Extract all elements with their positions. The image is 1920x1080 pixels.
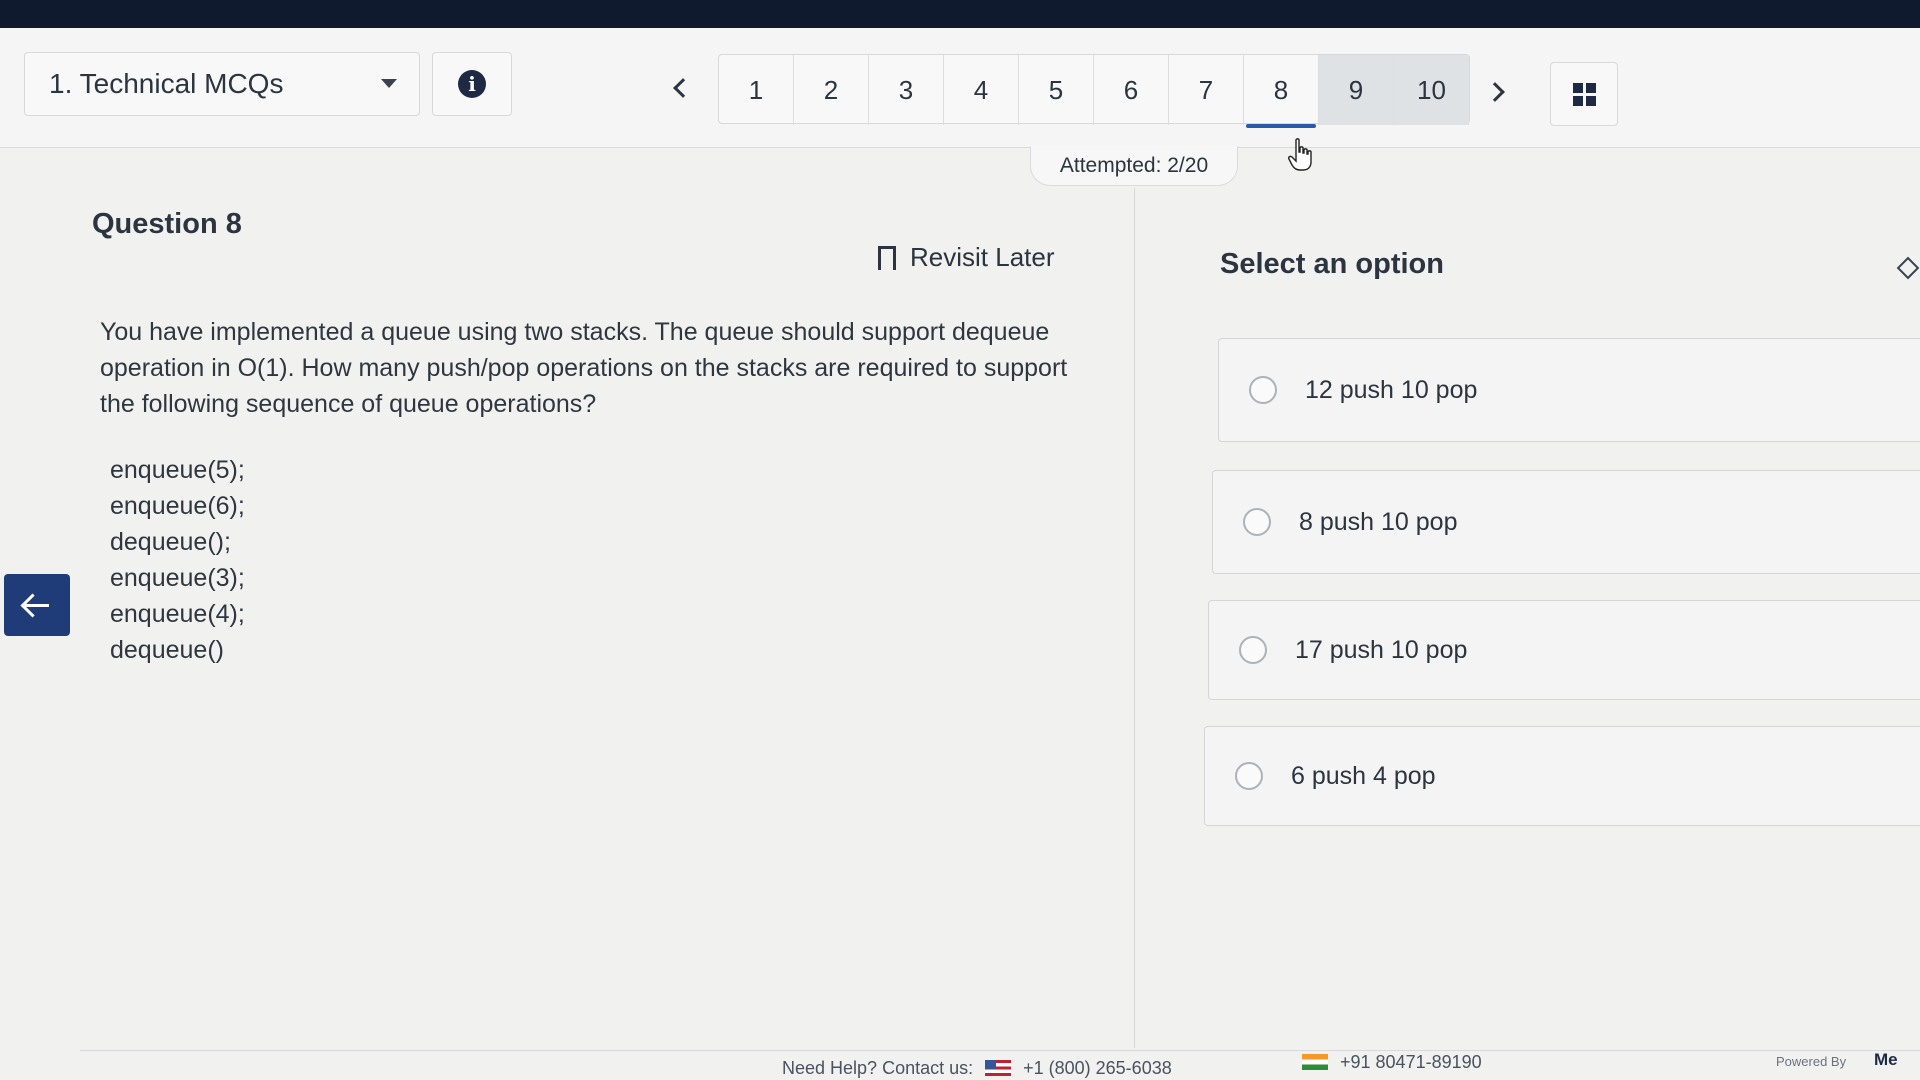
chevron-left-icon [673,78,693,98]
radio-button[interactable] [1243,508,1271,536]
question-number-5[interactable]: 5 [1019,55,1094,125]
question-number-3[interactable]: 3 [869,55,944,125]
back-button[interactable] [4,574,70,636]
option-3[interactable]: 17 push 10 pop [1208,600,1920,700]
question-number-8[interactable]: 8 [1244,55,1319,128]
help-text: Need Help? Contact us: [782,1058,974,1078]
operation-item: enqueue(4); [110,600,245,628]
question-number-6[interactable]: 6 [1094,55,1169,125]
question-number-strip: 1 2 3 4 5 6 7 8 9 10 [718,54,1470,128]
option-2[interactable]: 8 push 10 pop [1212,470,1920,574]
india-flag-icon [1302,1054,1328,1070]
info-icon: i [458,70,486,98]
operation-item: dequeue(); [110,528,231,556]
operation-item: enqueue(5); [110,456,245,484]
operation-item: enqueue(6); [110,492,245,520]
question-number-4[interactable]: 4 [944,55,1019,125]
previous-question-button[interactable] [660,68,700,108]
arrow-left-icon [25,603,49,607]
grid-icon [1572,82,1596,106]
section-dropdown-label: 1. Technical MCQs [49,68,284,99]
us-flag-icon [985,1060,1012,1076]
powered-by-text: Powered By [1776,1054,1847,1069]
option-label: 17 push 10 pop [1295,635,1468,664]
option-4[interactable]: 6 push 4 pop [1204,726,1920,826]
help-contact-india: +91 80471-89190 [1290,1052,1482,1073]
radio-button[interactable] [1239,636,1267,664]
radio-button[interactable] [1249,376,1277,404]
question-number-7[interactable]: 7 [1169,55,1244,125]
hand-cursor-icon [1288,138,1312,171]
revisit-later-button[interactable]: Revisit Later [878,242,1055,276]
eraser-icon[interactable] [1896,256,1920,280]
revisit-later-label: Revisit Later [910,242,1055,272]
option-label: 6 push 4 pop [1291,761,1436,790]
info-button[interactable]: i [432,52,512,116]
question-number-1[interactable]: 1 [719,55,794,125]
question-grid-button[interactable] [1550,62,1618,126]
operation-item: enqueue(3); [110,564,245,592]
question-number-9[interactable]: 9 [1319,55,1394,125]
question-number-2[interactable]: 2 [794,55,869,125]
options-title: Select an option [1220,248,1444,280]
brand-logo: Me [1874,1050,1898,1069]
question-number-10[interactable]: 10 [1394,55,1469,125]
operation-list: enqueue(5); enqueue(6); dequeue(); enque… [110,452,245,668]
radio-button[interactable] [1235,762,1263,790]
column-divider [1134,188,1135,1048]
phone-in[interactable]: +91 80471-89190 [1340,1052,1482,1072]
question-title: Question 8 [92,208,242,240]
attempted-counter: Attempted: 2/20 [1030,146,1238,186]
operation-item: dequeue() [110,636,224,664]
footer: Need Help? Contact us: +1 (800) 265-6038 … [0,1050,1920,1080]
option-1[interactable]: 12 push 10 pop [1218,338,1920,442]
help-contact: Need Help? Contact us: +1 (800) 265-6038 [782,1058,1172,1079]
question-text: You have implemented a queue using two s… [100,318,1068,418]
top-navigation-bar: 1. Technical MCQs i 1 2 3 4 5 6 7 8 9 10 [0,28,1920,148]
phone-us[interactable]: +1 (800) 265-6038 [1023,1058,1172,1078]
bookmark-icon [878,245,896,276]
chevron-right-icon [1485,82,1505,102]
section-dropdown[interactable]: 1. Technical MCQs [24,52,420,116]
test-page: 1. Technical MCQs i 1 2 3 4 5 6 7 8 9 10 [0,28,1920,1080]
option-label: 8 push 10 pop [1299,507,1458,536]
footer-divider [80,1050,1920,1051]
caret-down-icon [381,79,397,88]
option-label: 12 push 10 pop [1305,375,1478,404]
next-question-button[interactable] [1478,72,1518,112]
screen: 1. Technical MCQs i 1 2 3 4 5 6 7 8 9 10 [0,0,1920,1080]
